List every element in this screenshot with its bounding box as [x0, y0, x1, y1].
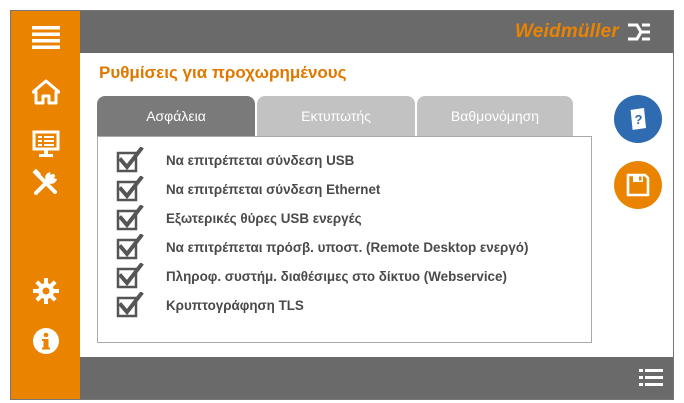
tab-security[interactable]: Ασφάλεια [97, 96, 255, 136]
checkbox-checked-icon[interactable] [116, 234, 144, 260]
page-title: Ρυθμίσεις για προχωρημένους [99, 63, 347, 82]
info-icon[interactable] [11, 325, 80, 357]
option-remote-desktop[interactable]: Να επιτρέπεται πρόσβ. υποστ. (Remote Des… [116, 234, 528, 260]
brand-logo: Weidmüller [515, 20, 651, 44]
option-label: Να επιτρέπεται πρόσβ. υποστ. (Remote Des… [166, 239, 529, 255]
save-icon [626, 173, 650, 197]
save-button[interactable] [614, 161, 662, 209]
checkbox-checked-icon[interactable] [116, 205, 144, 231]
option-usb-connection[interactable]: Να επιτρέπεται σύνδεση USB [116, 147, 354, 173]
security-options-panel: Να επιτρέπεται σύνδεση USB Να επιτρέπετα… [97, 136, 592, 343]
option-webservice[interactable]: Πληροφ. συστήμ. διαθέσιμες στο δίκτυο (W… [116, 263, 507, 289]
option-label: Πληροφ. συστήμ. διαθέσιμες στο δίκτυο (W… [166, 268, 507, 284]
home-icon[interactable] [11, 77, 80, 107]
list-icon[interactable] [639, 367, 663, 389]
option-label: Να επιτρέπεται σύνδεση USB [166, 152, 355, 168]
option-external-usb[interactable]: Εξωτερικές θύρες USB ενεργές [116, 205, 362, 231]
tab-printer[interactable]: Εκτυπωτής [257, 96, 415, 136]
tools-icon[interactable] [11, 167, 80, 199]
app-window: Weidmüller Ρυθμίσεις για προχωρημένους Α… [10, 10, 674, 400]
checkbox-checked-icon[interactable] [116, 147, 144, 173]
tab-label: Ασφάλεια [146, 108, 206, 124]
tab-label: Βαθμονόμηση [450, 108, 540, 124]
top-bar: Weidmüller [80, 11, 673, 53]
help-button[interactable]: ? [614, 95, 662, 143]
sidebar [11, 11, 80, 399]
brand-name: Weidmüller [514, 21, 619, 42]
settings-icon[interactable] [11, 275, 80, 307]
checkbox-checked-icon[interactable] [116, 176, 144, 202]
option-tls-encryption[interactable]: Κρυπτογράφηση TLS [116, 292, 304, 318]
tab-calibration[interactable]: Βαθμονόμηση [417, 96, 573, 136]
checkbox-checked-icon[interactable] [116, 292, 144, 318]
option-label: Να επιτρέπεται σύνδεση Ethernet [166, 181, 381, 197]
option-label: Εξωτερικές θύρες USB ενεργές [166, 210, 362, 226]
tab-label: Εκτυπωτής [301, 108, 371, 124]
bottom-bar [80, 357, 673, 399]
brand-mark-icon [628, 23, 650, 41]
menu-icon[interactable] [11, 23, 80, 51]
option-ethernet-connection[interactable]: Να επιτρέπεται σύνδεση Ethernet [116, 176, 380, 202]
svg-text:?: ? [635, 112, 643, 127]
help-book-icon: ? [629, 108, 646, 131]
monitor-icon[interactable] [11, 129, 80, 159]
checkbox-checked-icon[interactable] [116, 263, 144, 289]
option-label: Κρυπτογράφηση TLS [166, 297, 304, 313]
